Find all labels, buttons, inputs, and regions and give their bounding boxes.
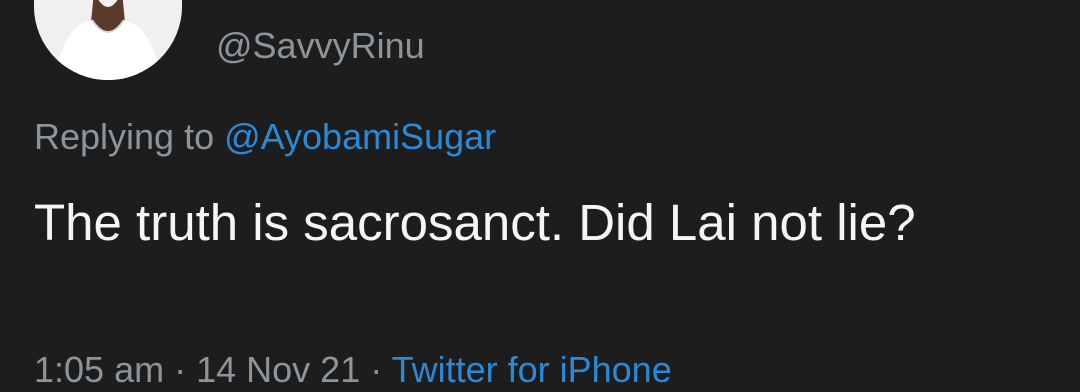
reply-to-mention[interactable]: @AyobamiSugar: [224, 116, 496, 157]
avatar-image: [34, 0, 182, 80]
avatar[interactable]: [34, 0, 182, 80]
user-handle[interactable]: @SavvyRinu: [216, 24, 425, 68]
reply-context: Replying to @AyobamiSugar: [34, 115, 496, 159]
meta-separator: ·: [174, 349, 187, 390]
meta-separator-2: ·: [370, 349, 383, 390]
tweet-time: 1:05 am: [34, 349, 165, 390]
tweet-date: 14 Nov 21: [196, 349, 361, 390]
tweet-source-link[interactable]: Twitter for iPhone: [392, 349, 672, 390]
reply-prefix: Replying to: [34, 116, 215, 157]
tweet-text: The truth is sacrosanct. Did Lai not lie…: [34, 194, 916, 251]
tweet-meta: 1:05 am · 14 Nov 21 · Twitter for iPhone: [34, 348, 672, 392]
tweet-card: @SavvyRinu Replying to @AyobamiSugar The…: [0, 0, 1080, 390]
